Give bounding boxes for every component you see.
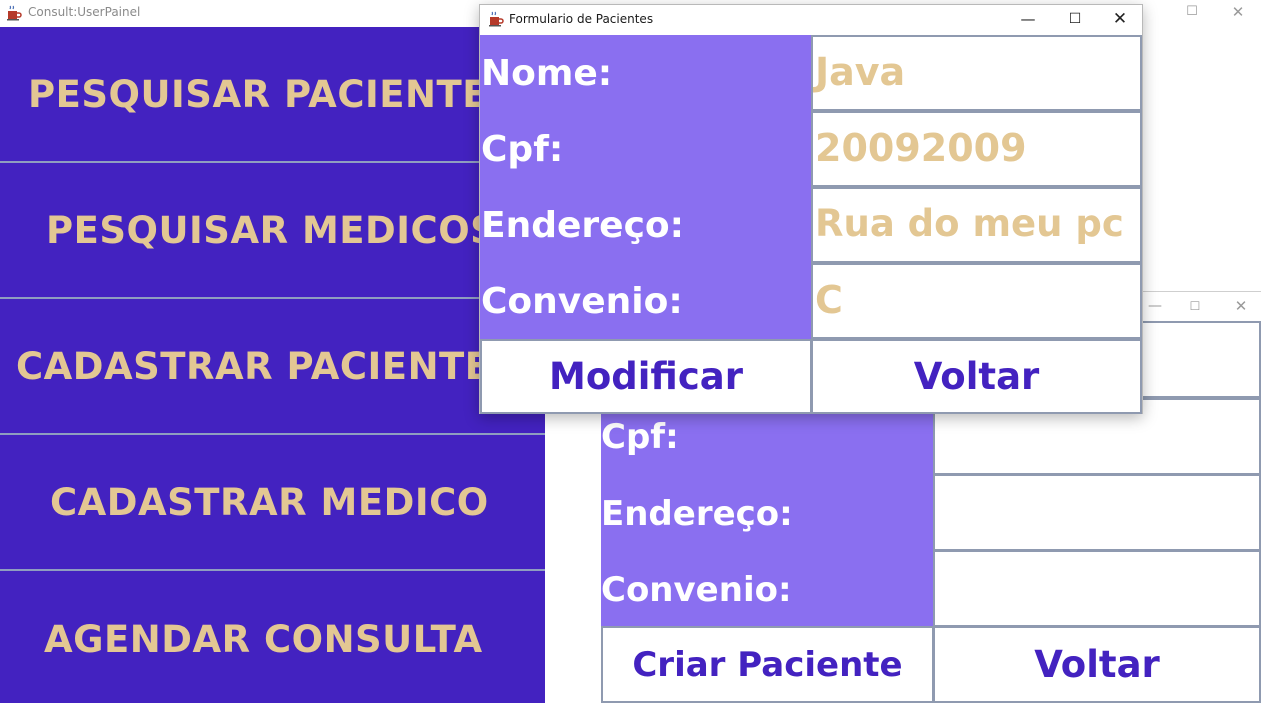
name-label: Nome: [481,53,613,94]
cpf-field[interactable]: 20092009 [811,111,1142,187]
create-patient-button[interactable]: Criar Paciente [601,626,934,703]
create-patient-label: Criar Paciente [632,644,903,685]
back-button[interactable]: Voltar [811,339,1142,414]
search-patients-label: PESQUISAR PACIENTES [28,72,516,116]
address-label: Endereço: [481,205,685,246]
search-doctors-label: PESQUISAR MEDICOS [46,208,498,252]
insurance-field[interactable]: C [811,263,1142,339]
address-field[interactable] [933,474,1261,551]
insurance-field[interactable] [933,550,1261,627]
back-button[interactable]: Voltar [933,626,1261,703]
cpf-label: Cpf: [481,129,564,170]
menu-panel: PESQUISAR PACIENTES PESQUISAR MEDICOS CA… [0,27,545,703]
schedule-appointment-label: AGENDAR CONSULTA [44,617,483,661]
close-icon[interactable]: ✕ [1231,296,1251,316]
patient-form-dialog: Formulario de Pacientes — ☐ ✕ Nome: Cpf:… [479,4,1143,414]
modify-label: Modificar [549,355,743,398]
register-patient-label: CADASTRAR PACIENTE [16,344,491,388]
close-icon[interactable]: ✕ [1227,2,1249,22]
back-label: Voltar [913,355,1040,398]
modify-button[interactable]: Modificar [480,339,812,414]
close-icon[interactable]: ✕ [1110,9,1130,29]
insurance-label: Convenio: [601,570,792,610]
minimize-icon[interactable]: — [1018,9,1038,29]
insurance-label: Convenio: [481,281,683,322]
maximize-icon[interactable]: ☐ [1065,9,1085,29]
main-window-title: Consult:UserPainel [28,5,141,19]
schedule-appointment-button[interactable]: AGENDAR CONSULTA [0,571,545,707]
maximize-icon[interactable]: ☐ [1185,296,1205,316]
register-patient-button[interactable]: CADASTRAR PACIENTE [0,299,545,435]
address-field[interactable]: Rua do meu pc [811,187,1142,263]
minimize-icon[interactable]: — [1145,296,1165,316]
maximize-icon[interactable]: ☐ [1181,2,1203,22]
dialog-labels: Nome: Cpf: Endereço: Convenio: [480,35,811,339]
address-label: Endereço: [601,494,793,534]
dialog-title: Formulario de Pacientes [509,12,654,26]
search-patients-button[interactable]: PESQUISAR PACIENTES [0,27,545,163]
dialog-titlebar[interactable]: Formulario de Pacientes — ☐ ✕ [480,5,1142,35]
java-cup-icon [488,11,504,27]
name-field[interactable]: Java [811,35,1142,111]
back-label: Voltar [1034,643,1160,686]
register-doctor-label: CADASTRAR MEDICO [50,480,489,524]
register-doctor-button[interactable]: CADASTRAR MEDICO [0,435,545,571]
search-doctors-button[interactable]: PESQUISAR MEDICOS [0,163,545,299]
java-cup-icon [6,5,22,21]
background-form-labels: Cpf: Endereço: Convenio: [601,398,934,627]
